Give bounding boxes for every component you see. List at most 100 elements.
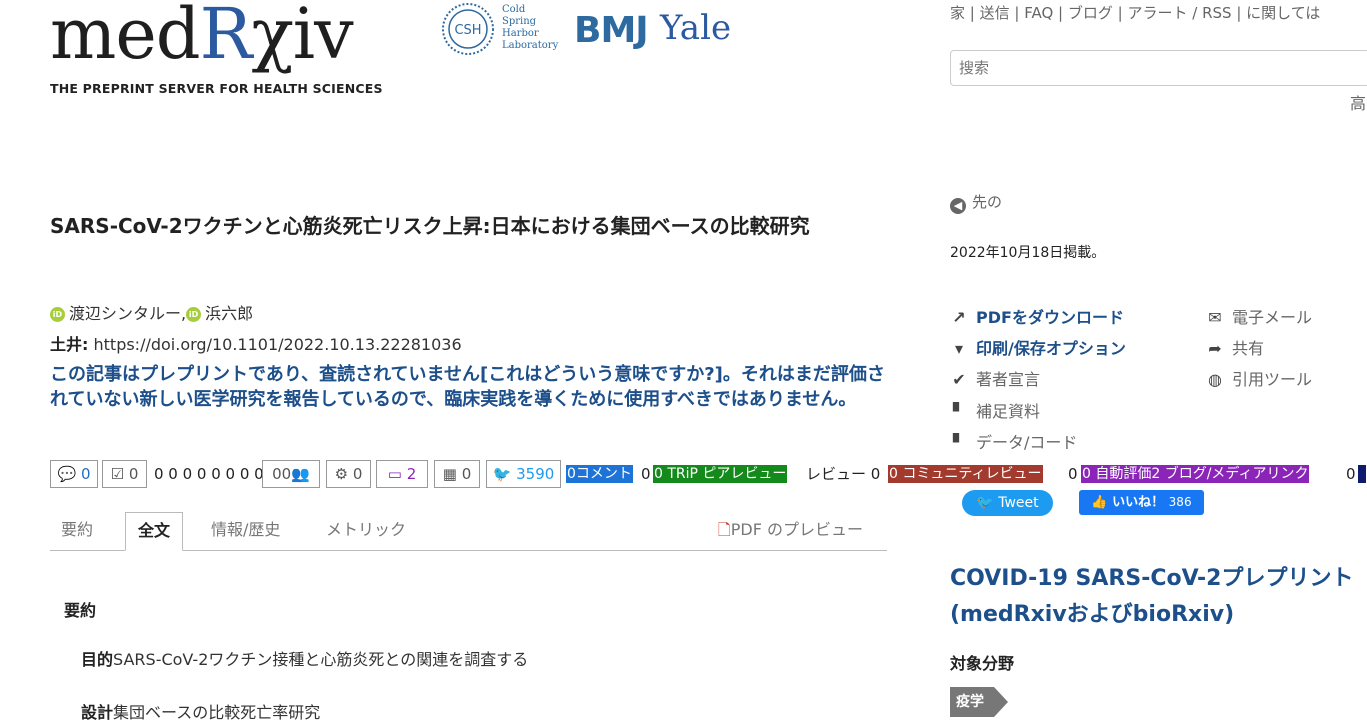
film-icon: ▦ [442, 465, 457, 483]
people-metric[interactable]: 00👥 [262, 460, 320, 488]
objective-label: 目的 [81, 650, 114, 669]
yale-logo[interactable]: Yale [660, 8, 731, 48]
orcid-icon[interactable]: iD [50, 307, 65, 322]
supplementary-label: 補足資料 [976, 402, 1041, 421]
design-label: 設計 [81, 703, 114, 722]
author-link[interactable]: 浜六郎 [205, 304, 253, 323]
top-navigation: 家 | 送信 | FAQ | ブログ | アラート / RSS | に関しては [950, 4, 1321, 22]
csh-line: Harbor [502, 28, 539, 39]
email-link[interactable]: ✉ 電子メール [1206, 304, 1312, 328]
tweet-button[interactable]: 🐦 Tweet [962, 490, 1053, 516]
csh-label: CSH [454, 23, 481, 38]
tab-metrics[interactable]: メトリック [326, 512, 406, 549]
abstract-heading: 要約 [64, 601, 97, 620]
metric-value: 0 [80, 465, 91, 483]
posted-date: 2022年10月18日掲載。 [950, 245, 1106, 261]
tab-info-history[interactable]: 情報/歴史 [211, 512, 280, 549]
metric-value: 0 [128, 465, 139, 483]
zeros-text: 0 0 0 0 0 0 0 0 [154, 465, 264, 483]
print-options-label: 印刷/保存オプション [976, 339, 1126, 358]
author-link[interactable]: 渡辺シンタルー, [69, 304, 186, 323]
share-arrow-icon: ➦ [1208, 339, 1222, 358]
author-list: iD 渡辺シンタルー, iD 浜六郎 [50, 300, 253, 324]
data-code-link[interactable]: ▘ データ/コード [950, 429, 1078, 453]
globe-icon: ◍ [1208, 370, 1222, 389]
separator-zero: 0 [1068, 465, 1078, 483]
facebook-like-button[interactable]: 👍 いいね！ 386 [1079, 490, 1204, 515]
subject-tag-epidemiology[interactable]: 疫学 [950, 687, 1008, 717]
arrow-left-icon: ◀ [950, 198, 966, 214]
covid-preprints-link[interactable]: COVID-19 SARS-CoV-2プレプリント (medRxivおよびbio… [950, 561, 1360, 633]
monitor-icon: ▭ [387, 465, 402, 483]
pdf-preview-label: PDF のプレビュー [730, 520, 863, 539]
download-pdf-link[interactable]: ↗ PDFをダウンロード [950, 304, 1124, 328]
logo-text-r: R [199, 0, 253, 75]
thumbs-up-icon: 👍 [1091, 495, 1108, 510]
twitter-metric[interactable]: 🐦 3590 [486, 460, 561, 488]
advanced-search-link[interactable]: 高 [1350, 90, 1366, 114]
comment-tag[interactable]: 0コメント [566, 465, 633, 483]
metric-value: 0 [461, 465, 472, 483]
pdf-file-icon: 🗋 [717, 520, 731, 539]
tab-full-text[interactable]: 全文 [125, 512, 184, 551]
like-label: いいね！ [1112, 495, 1165, 510]
trip-review-tag[interactable]: 0 TRiP ピアレビュー [653, 465, 788, 483]
tagline: THE PREPRINT SERVER FOR HEALTH SCIENCES [50, 81, 383, 96]
subject-area-heading: 対象分野 [950, 654, 1015, 673]
supplementary-link[interactable]: ▘ 補足資料 [950, 398, 1040, 422]
csh-line: Spring [502, 16, 537, 27]
envelope-icon: ✉ [1208, 308, 1222, 327]
citation-tools-label: 引用ツール [1232, 370, 1313, 389]
nav-home[interactable]: 家 [950, 4, 965, 22]
logo-text-xiv: χiv [251, 0, 353, 75]
twitter-icon: 🐦 [492, 465, 512, 483]
review-text: レビュー 0 [806, 465, 881, 483]
community-review-tag[interactable]: 0 コミュニティレビュー [888, 465, 1043, 483]
email-label: 電子メール [1232, 308, 1313, 327]
nav-blog[interactable]: ブログ [1068, 4, 1113, 22]
nav-submit[interactable]: 送信 [980, 4, 1010, 22]
csh-logo-icon[interactable]: CSH [438, 2, 498, 56]
design-paragraph: 設計集団ベースの比較死亡率研究 [81, 699, 320, 723]
article-title: SARS-CoV-2ワクチンと心筋炎死亡リスク上昇:日本における集団ベースの比較… [50, 214, 810, 238]
auto-eval-tag[interactable]: 0 自動評価2 ブログ/メディアリンク [1081, 465, 1310, 483]
check-square-icon: ✔ [952, 370, 966, 389]
csh-line: Cold [502, 4, 526, 15]
twitter-bird-icon: 🐦 [976, 495, 994, 511]
preprint-warning: この記事はプレプリントであり、査読されていません[これはどういう意味ですか?]。… [50, 364, 885, 410]
separator-zero: 0 [1346, 465, 1356, 483]
external-link-icon: ↗ [952, 308, 966, 327]
medrxiv-logo[interactable]: medRχiv [50, 0, 354, 75]
data-code-label: データ/コード [976, 433, 1078, 452]
previous-label: 先の [972, 193, 1003, 211]
search-input[interactable] [950, 50, 1367, 86]
gears-icon: ⚙ [334, 465, 349, 483]
film-metric[interactable]: ▦ 0 [434, 460, 480, 488]
metric-value: 3590 [516, 465, 555, 483]
gears-metric[interactable]: ⚙ 0 [326, 460, 371, 488]
bmj-logo[interactable]: BMJ [574, 10, 649, 51]
previous-link[interactable]: ◀ 先の [950, 191, 1002, 214]
orcid-icon[interactable]: iD [186, 307, 202, 322]
share-link[interactable]: ➦ 共有 [1206, 335, 1264, 359]
more-tag[interactable] [1358, 465, 1366, 483]
doi-link[interactable]: https://doi.org/10.1101/2022.10.13.22281… [94, 335, 462, 354]
like-count: 386 [1168, 495, 1192, 509]
pdf-preview-link[interactable]: 🗋PDF のプレビュー [718, 512, 863, 548]
nav-about[interactable]: に関しては [1246, 4, 1320, 22]
people-icon: 👥 [291, 465, 310, 483]
author-declarations-link[interactable]: ✔ 著者宣言 [950, 366, 1040, 390]
objective-paragraph: 目的SARS-CoV-2ワクチン接種と心筋炎死との関連を調査する [81, 646, 528, 670]
comments-metric[interactable]: 💬 0 [50, 460, 98, 488]
monitor-metric[interactable]: ▭ 2 [376, 460, 428, 488]
logo-text-med: med [50, 0, 201, 75]
print-options-link[interactable]: ▾ 印刷/保存オプション [950, 335, 1126, 359]
tweet-label: Tweet [998, 495, 1039, 511]
nav-faq[interactable]: FAQ [1024, 4, 1053, 22]
nav-alerts[interactable]: アラート / RSS [1127, 4, 1231, 22]
dropdown-box-icon: ▾ [954, 339, 964, 358]
checks-metric[interactable]: ☑ 0 [102, 460, 147, 488]
tab-abstract[interactable]: 要約 [61, 512, 93, 549]
citation-tools-link[interactable]: ◍ 引用ツール [1206, 366, 1312, 390]
separator-zero: 0 [641, 465, 651, 483]
